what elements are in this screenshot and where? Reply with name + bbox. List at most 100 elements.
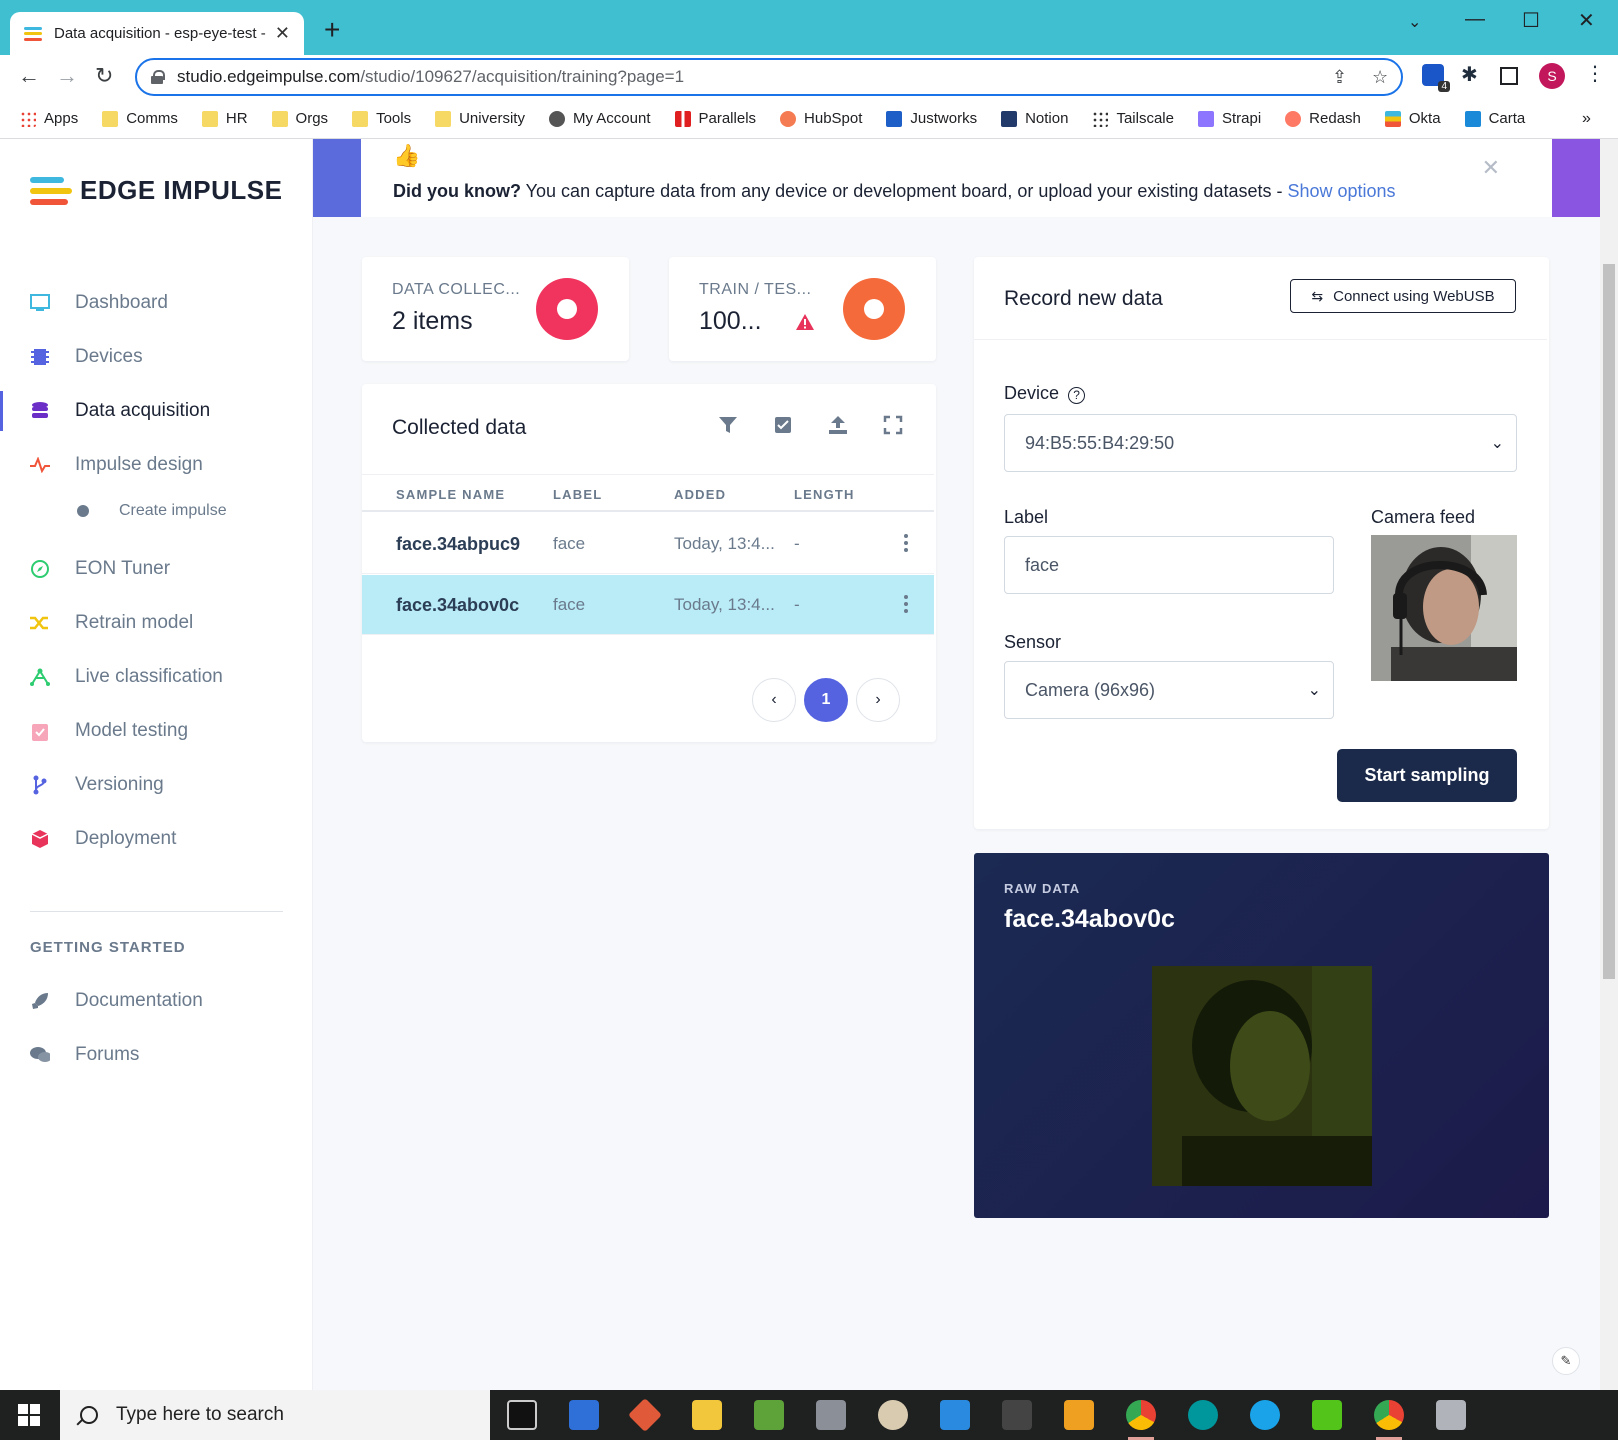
file-explorer-icon[interactable] [692,1400,722,1430]
bookmark-university[interactable]: University [435,110,525,127]
sidebar-item-devices[interactable]: Devices [0,329,313,385]
calculator-icon[interactable] [816,1400,846,1430]
connect-webusb-button[interactable]: ⇆ Connect using WebUSB [1290,279,1516,313]
minimize-icon[interactable]: — [1465,8,1485,31]
bookmark-apps[interactable]: Apps [20,110,78,127]
help-icon[interactable]: ? [1068,387,1086,404]
column-label[interactable]: LABEL [553,487,602,502]
bookmark-strapi[interactable]: Strapi [1197,110,1261,127]
browser-menu-icon[interactable]: ⋮ [1585,61,1605,86]
bookmark-hubspot[interactable]: HubSpot [780,110,862,127]
profile-avatar[interactable]: S [1539,63,1565,89]
sidebar-item-impulse-design[interactable]: Impulse design [0,437,313,493]
sidebar-item-eon-tuner[interactable]: EON Tuner [0,541,313,597]
puzzle-extensions-icon[interactable]: ✱ [1461,62,1478,87]
banner-close-icon[interactable]: ✕ [1482,155,1500,181]
reload-icon[interactable]: ↻ [95,63,113,89]
share-icon[interactable]: ⇪ [1332,67,1347,88]
train-test-value: 100... [699,307,762,335]
forward-icon[interactable]: → [56,63,78,89]
filter-icon[interactable] [717,414,739,436]
network-app-icon[interactable] [569,1400,599,1430]
sidebar-item-retrain-model[interactable]: Retrain model [0,595,313,651]
table-row[interactable]: face.34abov0c face Today, 13:4... - [362,575,934,635]
bookmark-parallels[interactable]: Parallels [674,110,756,127]
tab-search-chevron-icon[interactable]: ⌄ [1408,12,1421,32]
sensor-select[interactable]: Camera (96x96) ⌄ [1004,661,1334,719]
bookmark-comms[interactable]: Comms [102,110,178,127]
sidebar-subitem-create-impulse[interactable]: Create impulse [77,491,297,531]
chrome-icon[interactable] [1374,1400,1404,1440]
sample-name[interactable]: face.34abov0c [396,595,519,616]
row-menu-icon[interactable] [904,595,908,613]
select-checkbox-icon[interactable] [772,414,794,436]
terminal-app-icon[interactable] [507,1400,537,1430]
table-row[interactable]: face.34abpuc9 face Today, 13:4... - [362,514,934,574]
bookmark-hr[interactable]: HR [201,110,248,127]
upload-icon[interactable] [827,414,849,436]
bookmark-my-account[interactable]: My Account [548,110,651,127]
bookmark-orgs[interactable]: Orgs [271,110,328,127]
tab-close-icon[interactable]: ✕ [275,23,290,44]
side-panel-icon[interactable] [1500,67,1518,85]
chrome-profile-icon[interactable] [1126,1400,1156,1440]
show-options-link[interactable]: Show options [1287,181,1395,201]
pulse-icon [30,455,50,475]
page-scrollbar[interactable] [1600,139,1618,1390]
row-menu-icon[interactable] [904,534,908,552]
clion-icon[interactable] [1312,1400,1342,1430]
next-page-button[interactable]: › [856,678,900,722]
expand-icon[interactable] [882,414,904,436]
virtual-machine-icon[interactable] [1436,1400,1466,1430]
windows-taskbar: Type here to search [0,1390,1618,1440]
windows-start-icon[interactable] [18,1404,40,1426]
bookmarks-overflow-icon[interactable]: » [1582,110,1591,128]
sidebar-item-model-testing[interactable]: Model testing [0,703,313,759]
vscode-icon[interactable] [940,1400,970,1430]
page-1-button[interactable]: 1 [804,678,848,722]
feedback-icon[interactable]: ✎ [1552,1347,1580,1375]
maximize-icon[interactable]: ☐ [1522,8,1540,33]
bookmark-star-icon[interactable]: ☆ [1372,67,1388,88]
bookmark-carta[interactable]: Carta [1464,110,1525,127]
bookmark-notion[interactable]: Notion [1001,110,1068,127]
column-sample-name[interactable]: SAMPLE NAME [396,487,505,502]
sidebar: EDGE IMPULSE Dashboard Devices Data acqu… [0,139,313,1390]
frog-app-icon[interactable] [754,1400,784,1430]
bookmark-justworks[interactable]: Justworks [886,110,977,127]
sublime-icon[interactable] [1064,1400,1094,1430]
sample-name[interactable]: face.34abpuc9 [396,534,520,555]
git-app-icon[interactable] [628,1398,662,1432]
prev-page-button[interactable]: ‹ [752,678,796,722]
arduino-icon[interactable] [1188,1400,1218,1430]
skype-icon[interactable] [1250,1400,1280,1430]
device-select[interactable]: 94:B5:55:B4:29:50 ⌄ [1004,414,1517,472]
edge-impulse-logo[interactable]: EDGE IMPULSE [30,175,282,206]
sidebar-item-versioning[interactable]: Versioning [0,757,313,813]
scrollbar-thumb[interactable] [1603,264,1615,979]
start-sampling-button[interactable]: Start sampling [1337,749,1517,802]
bookmark-tools[interactable]: Tools [352,110,411,127]
extension-icon[interactable]: 4 [1422,64,1450,92]
window-close-icon[interactable]: ✕ [1578,8,1595,33]
column-added[interactable]: ADDED [674,487,726,502]
taskbar-search-input[interactable]: Type here to search [60,1390,490,1440]
label-input[interactable]: face [1004,536,1334,594]
paint-app-icon[interactable] [878,1400,908,1430]
sidebar-item-dashboard[interactable]: Dashboard [0,275,313,331]
bookmark-okta[interactable]: Okta [1384,110,1441,127]
sidebar-item-data-acquisition[interactable]: Data acquisition [0,383,313,439]
sidebar-item-forums[interactable]: Forums [0,1027,313,1083]
new-tab-icon[interactable]: + [324,14,340,46]
address-bar[interactable]: studio.edgeimpulse.com/studio/109627/acq… [135,58,1403,96]
url-path: /studio/109627/acquisition/training?page… [360,67,685,86]
column-length[interactable]: LENGTH [794,487,855,502]
browser-tab[interactable]: Data acquisition - esp-eye-test - ✕ [10,12,304,55]
bookmark-redash[interactable]: Redash [1285,110,1361,127]
back-icon[interactable]: ← [18,63,40,89]
gimp-icon[interactable] [1002,1400,1032,1430]
sidebar-item-documentation[interactable]: Documentation [0,973,313,1029]
sidebar-item-deployment[interactable]: Deployment [0,811,313,867]
bookmark-tailscale[interactable]: Tailscale [1092,110,1174,127]
sidebar-item-live-classification[interactable]: Live classification [0,649,313,705]
